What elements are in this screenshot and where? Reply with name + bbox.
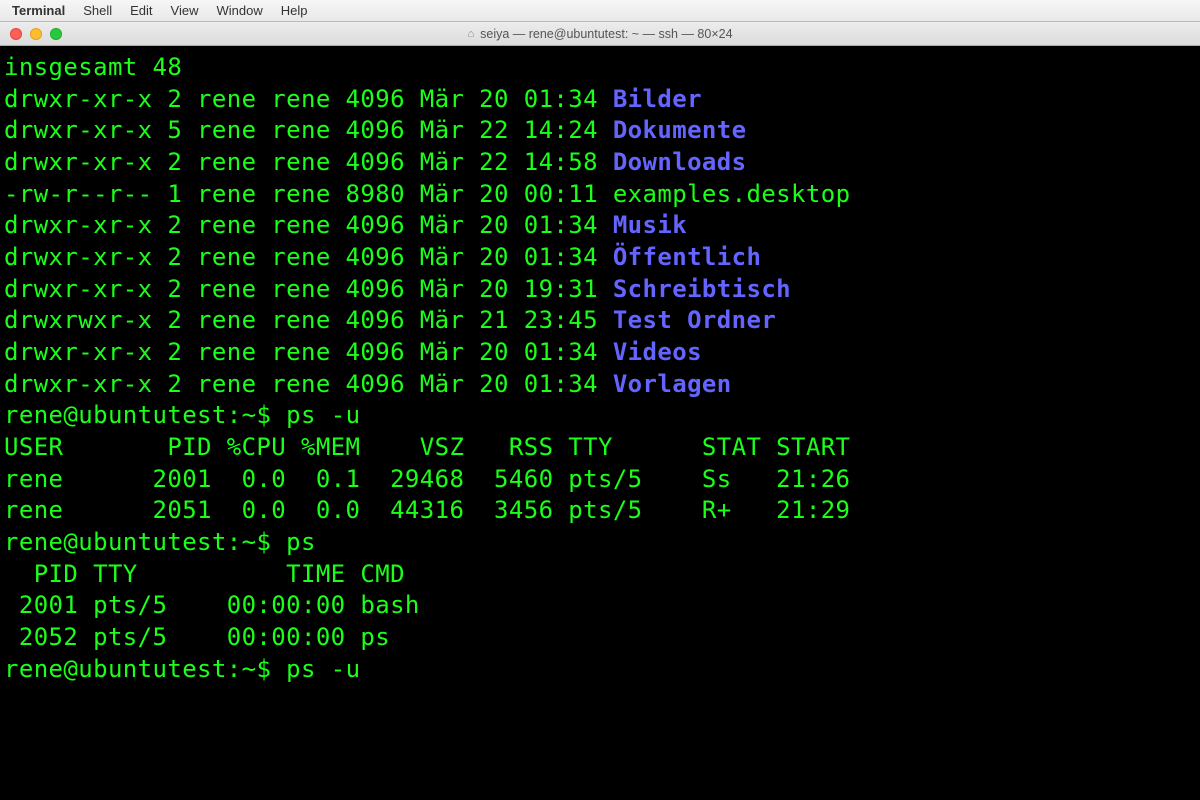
traffic-lights xyxy=(0,28,62,40)
ls-row-name: Öffentlich xyxy=(613,243,762,271)
prompt-2-path: ~ xyxy=(242,528,257,556)
window-title: ⌂ seiya — rene@ubuntutest: ~ — ssh — 80×… xyxy=(467,27,732,41)
terminal-content[interactable]: insgesamt 48 drwxr-xr-x 2 rene rene 4096… xyxy=(0,46,1200,800)
menu-shell[interactable]: Shell xyxy=(83,3,112,18)
ls-row-name: Dokumente xyxy=(613,116,747,144)
ls-total: insgesamt 48 xyxy=(4,53,182,81)
menu-edit[interactable]: Edit xyxy=(130,3,152,18)
ls-row-meta: drwxr-xr-x 2 rene rene 4096 Mär 20 01:34 xyxy=(4,85,613,113)
psu-row: rene 2051 0.0 0.0 44316 3456 pts/5 R+ 21… xyxy=(4,496,850,524)
ls-row-name: examples.desktop xyxy=(613,180,851,208)
close-button[interactable] xyxy=(10,28,22,40)
ls-row-name: Vorlagen xyxy=(613,370,732,398)
system-menubar: Terminal Shell Edit View Window Help xyxy=(0,0,1200,22)
ls-row-name: Bilder xyxy=(613,85,702,113)
prompt-2-host: rene@ubuntutest xyxy=(4,528,227,556)
ls-row-name: Test Ordner xyxy=(613,306,776,334)
menu-help[interactable]: Help xyxy=(281,3,308,18)
home-icon: ⌂ xyxy=(467,28,474,40)
prompt-2-cmd: ps xyxy=(286,528,316,556)
menu-view[interactable]: View xyxy=(171,3,199,18)
minimize-button[interactable] xyxy=(30,28,42,40)
prompt-1-cmd: ps -u xyxy=(286,401,360,429)
ls-row-meta: -rw-r--r-- 1 rene rene 8980 Mär 20 00:11 xyxy=(4,180,613,208)
ls-row-name: Videos xyxy=(613,338,702,366)
window-titlebar: ⌂ seiya — rene@ubuntutest: ~ — ssh — 80×… xyxy=(0,22,1200,46)
prompt-1-host: rene@ubuntutest xyxy=(4,401,227,429)
prompt-3-host: rene@ubuntutest xyxy=(4,655,227,683)
ps-row: 2052 pts/5 00:00:00 ps xyxy=(4,623,390,651)
prompt-1-path: ~ xyxy=(242,401,257,429)
zoom-button[interactable] xyxy=(50,28,62,40)
ls-row-meta: drwxrwxr-x 2 rene rene 4096 Mär 21 23:45 xyxy=(4,306,613,334)
window-title-text: seiya — rene@ubuntutest: ~ — ssh — 80×24 xyxy=(480,27,732,41)
ls-row-meta: drwxr-xr-x 2 rene rene 4096 Mär 22 14:58 xyxy=(4,148,613,176)
ls-row-meta: drwxr-xr-x 2 rene rene 4096 Mär 20 01:34 xyxy=(4,211,613,239)
app-menu[interactable]: Terminal xyxy=(12,3,65,18)
ls-row-meta: drwxr-xr-x 2 rene rene 4096 Mär 20 19:31 xyxy=(4,275,613,303)
prompt-3-path: ~ xyxy=(242,655,257,683)
psu-row: rene 2001 0.0 0.1 29468 5460 pts/5 Ss 21… xyxy=(4,465,850,493)
ls-row-meta: drwxr-xr-x 2 rene rene 4096 Mär 20 01:34 xyxy=(4,370,613,398)
ps-row: 2001 pts/5 00:00:00 bash xyxy=(4,591,420,619)
ps-header: PID TTY TIME CMD xyxy=(4,560,405,588)
prompt-3-cmd: ps -u xyxy=(286,655,360,683)
menu-window[interactable]: Window xyxy=(217,3,263,18)
ls-row-meta: drwxr-xr-x 2 rene rene 4096 Mär 20 01:34 xyxy=(4,243,613,271)
ls-row-name: Musik xyxy=(613,211,687,239)
ls-row-meta: drwxr-xr-x 5 rene rene 4096 Mär 22 14:24 xyxy=(4,116,613,144)
ls-row-name: Schreibtisch xyxy=(613,275,791,303)
ls-row-meta: drwxr-xr-x 2 rene rene 4096 Mär 20 01:34 xyxy=(4,338,613,366)
psu-header: USER PID %CPU %MEM VSZ RSS TTY STAT STAR… xyxy=(4,433,850,461)
ls-row-name: Downloads xyxy=(613,148,747,176)
